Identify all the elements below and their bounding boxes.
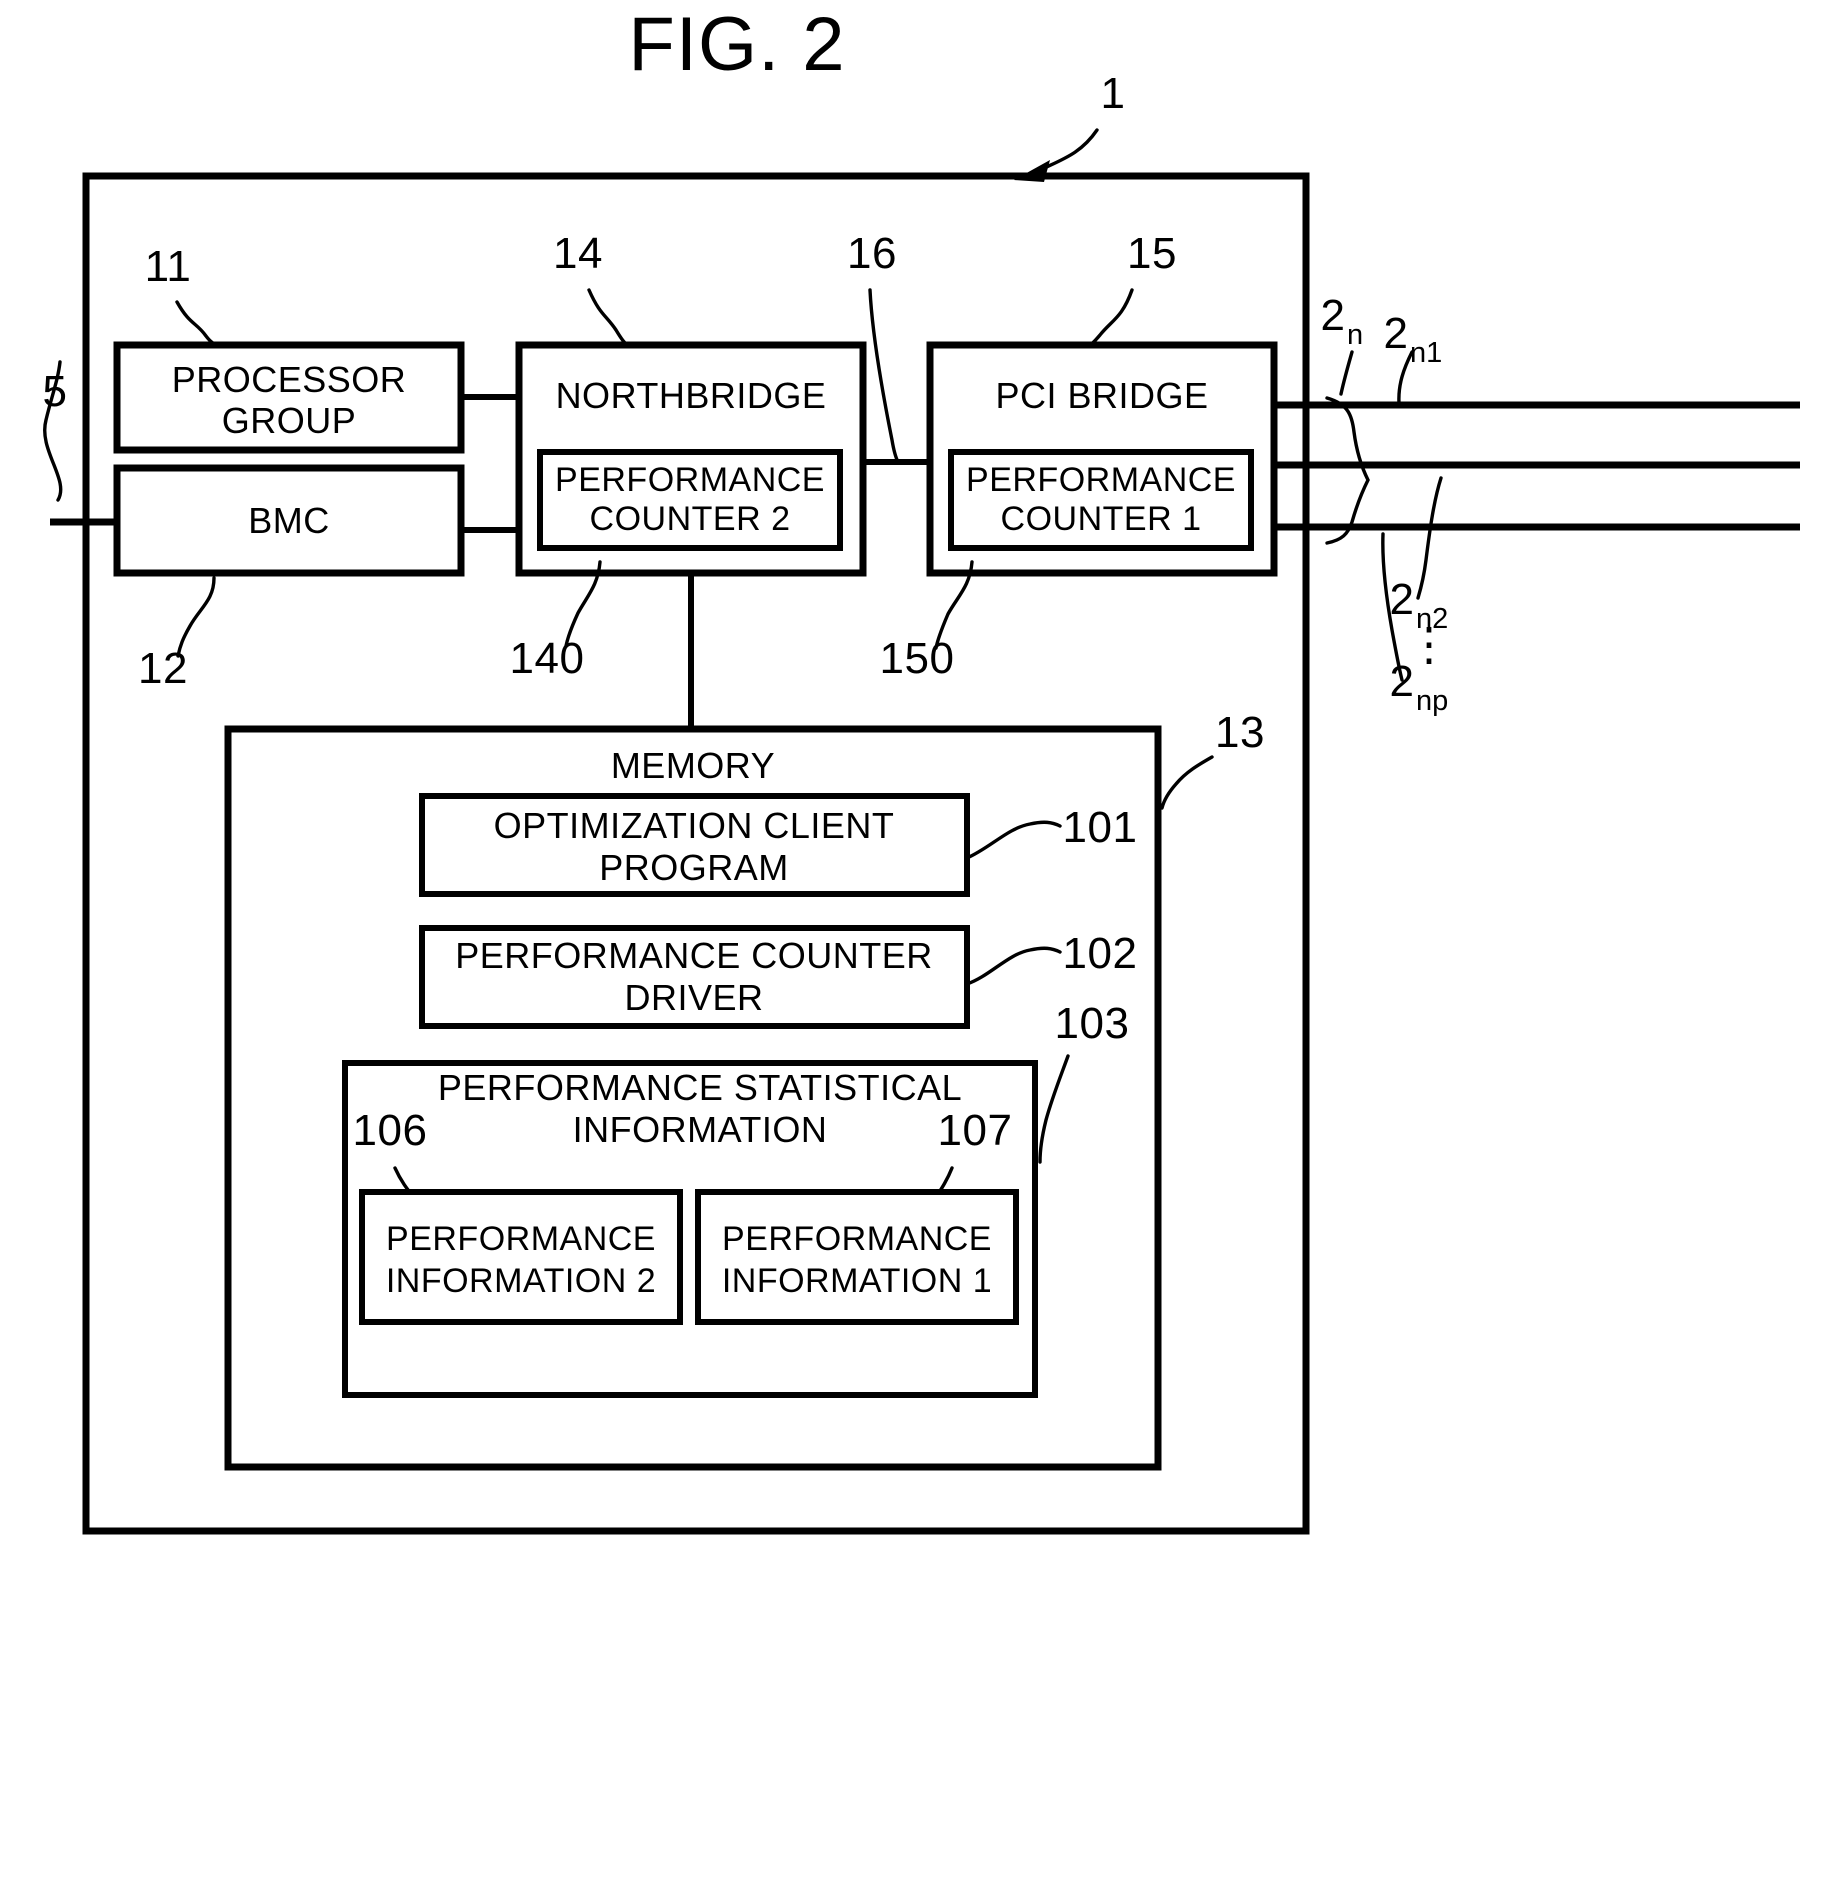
ref-number-optimization-client-program: 101 — [1063, 803, 1138, 852]
performance-statistical-information-label-line2: INFORMATION — [573, 1109, 828, 1150]
patent-figure-page: FIG. 2 1 5 PROCESSOR GROUP 11 BMC 12 NOR… — [0, 0, 1822, 1899]
performance-information-1-label-line2: INFORMATION 1 — [722, 1262, 992, 1300]
processor-group-label-line1: PROCESSOR — [172, 359, 407, 400]
performance-counter-1-label-line2: COUNTER 1 — [1001, 500, 1202, 538]
ref-number-pci-bridge: 15 — [1127, 229, 1177, 278]
io-bus-1-label-base: 2 — [1384, 309, 1408, 358]
performance-counter-2-label-line1: PERFORMANCE — [555, 461, 825, 499]
ref-number-interconnect: 16 — [847, 229, 897, 278]
ref-number-northbridge: 14 — [553, 229, 603, 278]
performance-counter-driver-label-line1: PERFORMANCE COUNTER — [455, 935, 933, 976]
ref-number-performance-counter-1: 150 — [880, 634, 955, 683]
northbridge-label: NORTHBRIDGE — [556, 375, 827, 416]
ref-number-performance-counter-driver: 102 — [1063, 929, 1138, 978]
ref-number-performance-counter-2: 140 — [510, 634, 585, 683]
io-bus-group-label-base: 2 — [1321, 291, 1345, 340]
leader-line-processor-group — [175, 300, 222, 348]
pci-bridge-label: PCI BRIDGE — [995, 375, 1208, 416]
memory-label: MEMORY — [611, 745, 775, 786]
leader-line-memory — [1160, 755, 1214, 810]
io-bus-p-label-sub: np — [1416, 685, 1448, 717]
performance-information-2-label-line2: INFORMATION 2 — [386, 1262, 656, 1300]
leader-line-interconnect — [868, 288, 900, 464]
ref-number-processor-group: 11 — [145, 242, 192, 291]
performance-information-1-label-line1: PERFORMANCE — [722, 1220, 992, 1258]
performance-statistical-information-label-line1: PERFORMANCE STATISTICAL — [438, 1067, 962, 1108]
optimization-client-program-label-line2: PROGRAM — [599, 847, 789, 888]
ref-number-external-bus: 5 — [43, 367, 68, 416]
io-bus-1-label: 2 n1 — [1384, 309, 1443, 369]
io-bus-group-brace — [1325, 396, 1370, 545]
bmc-label: BMC — [248, 500, 330, 541]
ref-number-memory: 13 — [1215, 708, 1265, 757]
leader-line-pci-bridge — [1086, 288, 1134, 348]
figure-2-diagram: FIG. 2 1 5 PROCESSOR GROUP 11 BMC 12 NOR… — [43, 2, 1800, 1535]
ref-number-system: 1 — [1101, 69, 1126, 118]
io-bus-group-label-sub: n — [1347, 319, 1363, 351]
performance-counter-2-label-line2: COUNTER 2 — [590, 500, 791, 538]
ref-number-performance-information-2: 106 — [353, 1106, 428, 1155]
ref-number-performance-information-1: 107 — [938, 1106, 1013, 1155]
io-bus-1-label-sub: n1 — [1410, 337, 1442, 369]
optimization-client-program-label-line1: OPTIMIZATION CLIENT — [494, 805, 895, 846]
performance-counter-driver-label-line2: DRIVER — [624, 977, 763, 1018]
io-bus-p-label-base: 2 — [1390, 657, 1414, 706]
leader-line-northbridge — [587, 288, 630, 348]
figure-title: FIG. 2 — [628, 2, 845, 87]
performance-counter-1-label-line1: PERFORMANCE — [966, 461, 1236, 499]
io-bus-group-label: 2 n — [1321, 291, 1364, 351]
io-bus-group-leader — [1339, 350, 1354, 396]
io-bus-2-leader — [1416, 476, 1443, 600]
performance-information-2-label-line1: PERFORMANCE — [386, 1220, 656, 1258]
io-bus-2-label-base: 2 — [1390, 575, 1414, 624]
processor-group-label-line2: GROUP — [222, 400, 357, 441]
ref-number-performance-statistical-information: 103 — [1055, 999, 1130, 1048]
